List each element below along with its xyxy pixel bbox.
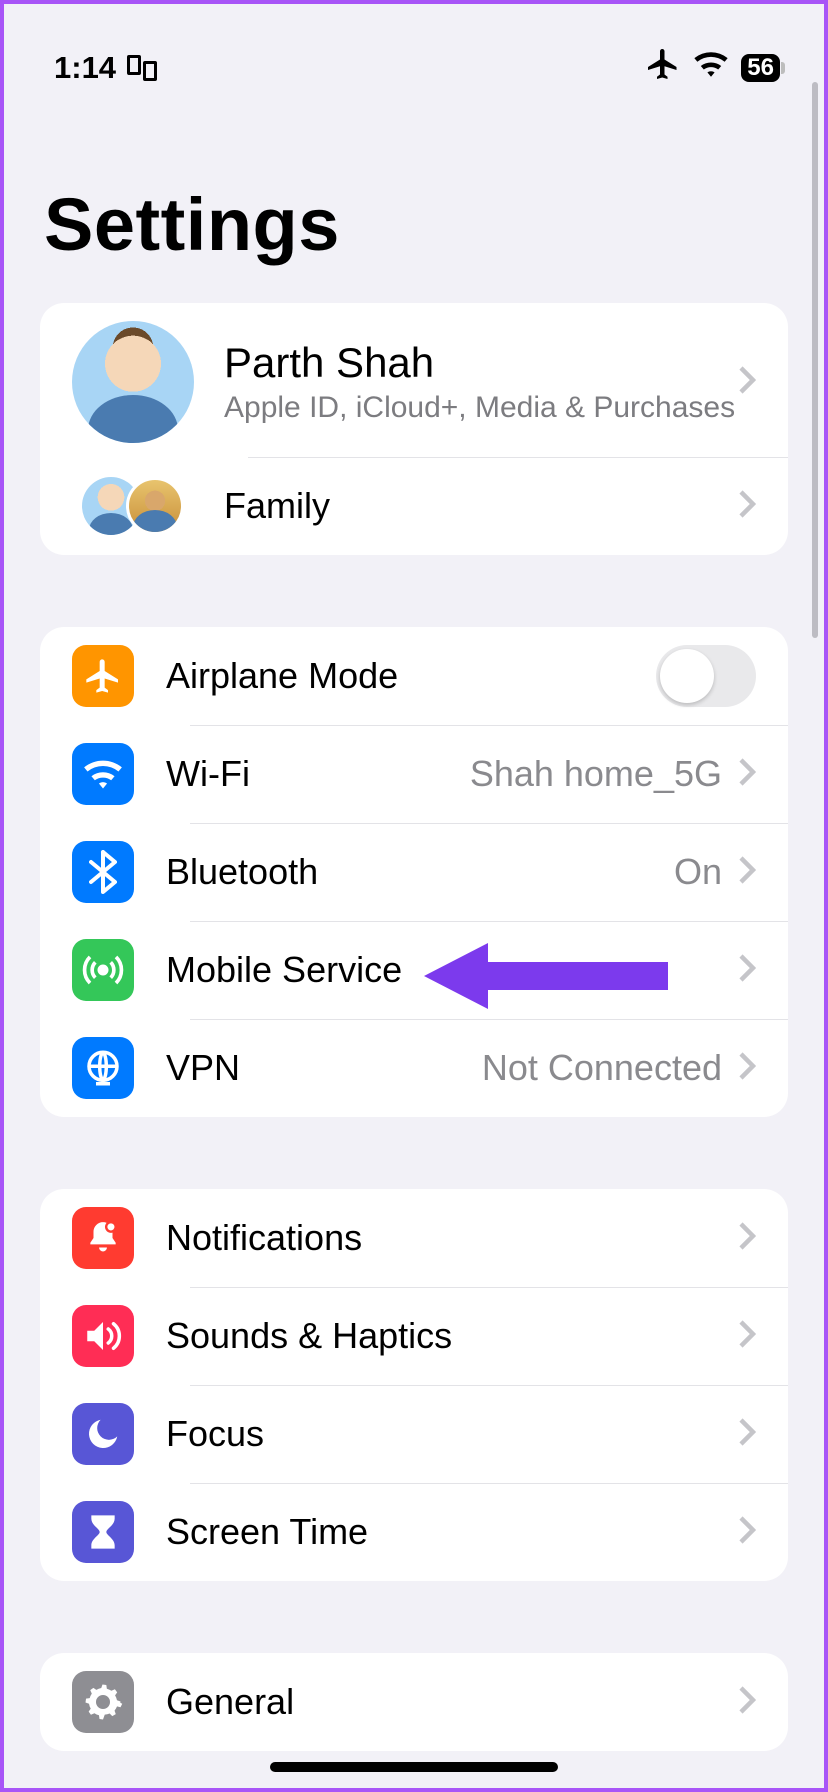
chevron-right-icon — [738, 1685, 756, 1720]
mobile-service-row[interactable]: Mobile Service — [40, 921, 788, 1019]
wifi-row[interactable]: Wi-Fi Shah home_5G — [40, 725, 788, 823]
chevron-right-icon — [738, 855, 756, 890]
family-row[interactable]: Family — [40, 457, 788, 555]
general-row[interactable]: General — [40, 1653, 788, 1751]
family-label: Family — [224, 485, 738, 527]
chevron-right-icon — [738, 757, 756, 792]
screentime-label: Screen Time — [166, 1511, 738, 1553]
chevron-right-icon — [738, 1051, 756, 1086]
antenna-icon — [72, 939, 134, 1001]
sounds-row[interactable]: Sounds & Haptics — [40, 1287, 788, 1385]
network-group: Airplane Mode Wi-Fi Shah home_5G Bluetoo… — [40, 627, 788, 1117]
account-group: Parth Shah Apple ID, iCloud+, Media & Pu… — [40, 303, 788, 555]
home-indicator[interactable] — [270, 1762, 558, 1772]
sounds-label: Sounds & Haptics — [166, 1315, 738, 1357]
vpn-value: Not Connected — [482, 1047, 722, 1089]
airplane-status-icon — [645, 46, 681, 90]
status-bar: 1:14 56 — [4, 4, 824, 104]
page-title: Settings — [4, 104, 824, 303]
chevron-right-icon — [738, 1515, 756, 1550]
scroll-indicator — [812, 82, 818, 638]
globe-icon — [72, 1037, 134, 1099]
bell-icon — [72, 1207, 134, 1269]
chevron-right-icon — [738, 1417, 756, 1452]
chevron-right-icon — [738, 1319, 756, 1354]
airplane-icon — [72, 645, 134, 707]
screentime-row[interactable]: Screen Time — [40, 1483, 788, 1581]
gear-icon — [72, 1671, 134, 1733]
wifi-icon — [72, 743, 134, 805]
bluetooth-row[interactable]: Bluetooth On — [40, 823, 788, 921]
preferences-group: Notifications Sounds & Haptics Focus Scr… — [40, 1189, 788, 1581]
general-group: General — [40, 1653, 788, 1751]
family-avatars — [72, 477, 194, 535]
moon-icon — [72, 1403, 134, 1465]
chevron-right-icon — [738, 1221, 756, 1256]
chevron-right-icon — [738, 365, 756, 400]
airplane-toggle[interactable] — [656, 645, 756, 707]
chevron-right-icon — [738, 489, 756, 524]
apple-id-row[interactable]: Parth Shah Apple ID, iCloud+, Media & Pu… — [40, 303, 788, 457]
mobile-label: Mobile Service — [166, 949, 738, 991]
dual-sim-icon — [126, 54, 160, 82]
notifications-label: Notifications — [166, 1217, 738, 1259]
vpn-label: VPN — [166, 1047, 482, 1089]
focus-row[interactable]: Focus — [40, 1385, 788, 1483]
account-subtitle: Apple ID, iCloud+, Media & Purchases — [224, 391, 738, 425]
account-name: Parth Shah — [224, 339, 738, 387]
focus-label: Focus — [166, 1413, 738, 1455]
bluetooth-icon — [72, 841, 134, 903]
bluetooth-value: On — [674, 851, 722, 893]
status-time: 1:14 — [54, 50, 116, 86]
battery-indicator: 56 — [741, 54, 780, 82]
general-label: General — [166, 1681, 738, 1723]
airplane-mode-row[interactable]: Airplane Mode — [40, 627, 788, 725]
bluetooth-label: Bluetooth — [166, 851, 674, 893]
vpn-row[interactable]: VPN Not Connected — [40, 1019, 788, 1117]
wifi-value: Shah home_5G — [470, 753, 722, 795]
hourglass-icon — [72, 1501, 134, 1563]
user-avatar — [72, 321, 194, 443]
chevron-right-icon — [738, 953, 756, 988]
wifi-label: Wi-Fi — [166, 753, 470, 795]
notifications-row[interactable]: Notifications — [40, 1189, 788, 1287]
wifi-status-icon — [693, 49, 729, 87]
airplane-label: Airplane Mode — [166, 655, 656, 697]
speaker-icon — [72, 1305, 134, 1367]
